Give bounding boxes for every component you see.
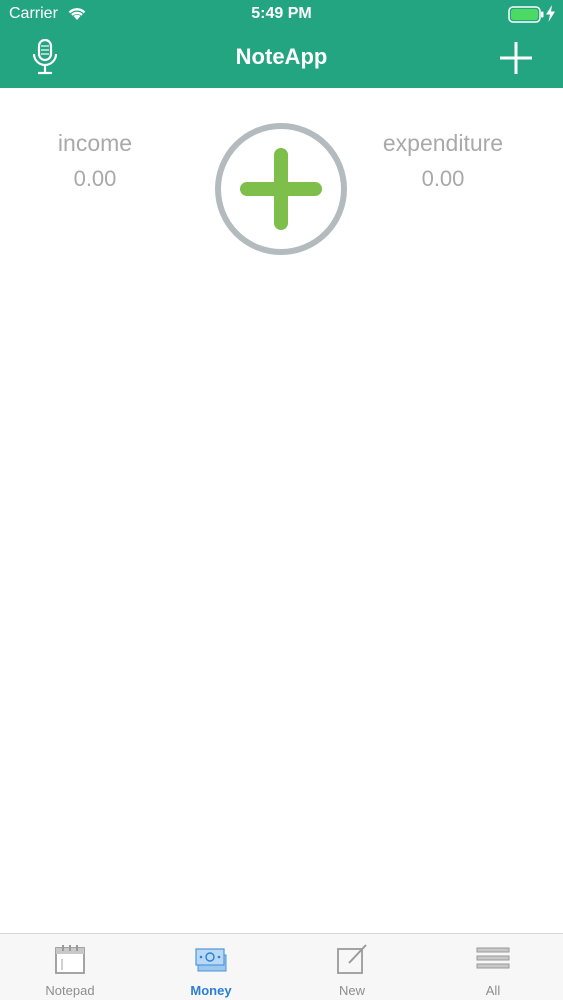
tab-money[interactable]: Money	[141, 934, 281, 1000]
add-circle-icon	[215, 123, 347, 255]
header: Carrier 5:49 PM NoteApp	[0, 0, 563, 88]
status-time: 5:49 PM	[251, 5, 312, 22]
expenditure-value: 0.00	[421, 166, 465, 191]
tab-new[interactable]: New	[282, 934, 422, 1000]
tab-label-money: Money	[190, 983, 232, 998]
tab-notepad[interactable]: Notepad	[0, 934, 140, 1000]
money-icon	[195, 948, 227, 972]
tab-label-notepad: Notepad	[45, 983, 95, 998]
calendar-icon	[55, 945, 85, 974]
status-bar: Carrier 5:49 PM	[0, 0, 563, 30]
tab-label-new: New	[338, 983, 365, 998]
income-label: income	[57, 130, 133, 156]
income-value: 0.00	[73, 166, 117, 191]
money-screen: Carrier 5:49 PM NoteApp income 0.00 expe…	[0, 0, 563, 1000]
battery-icon	[508, 6, 544, 23]
compose-icon	[337, 944, 367, 974]
plus-icon	[500, 42, 532, 74]
expenditure-label: expenditure	[382, 130, 504, 156]
add-record-button[interactable]	[214, 122, 348, 256]
nav-title: NoteApp	[235, 44, 328, 69]
tab-label-all: All	[485, 983, 501, 998]
tab-bar: Notepad Money New All	[0, 933, 563, 1000]
add-button[interactable]	[496, 38, 536, 78]
charging-icon	[546, 5, 555, 22]
tab-all[interactable]: All	[423, 934, 563, 1000]
list-icon	[476, 947, 510, 969]
